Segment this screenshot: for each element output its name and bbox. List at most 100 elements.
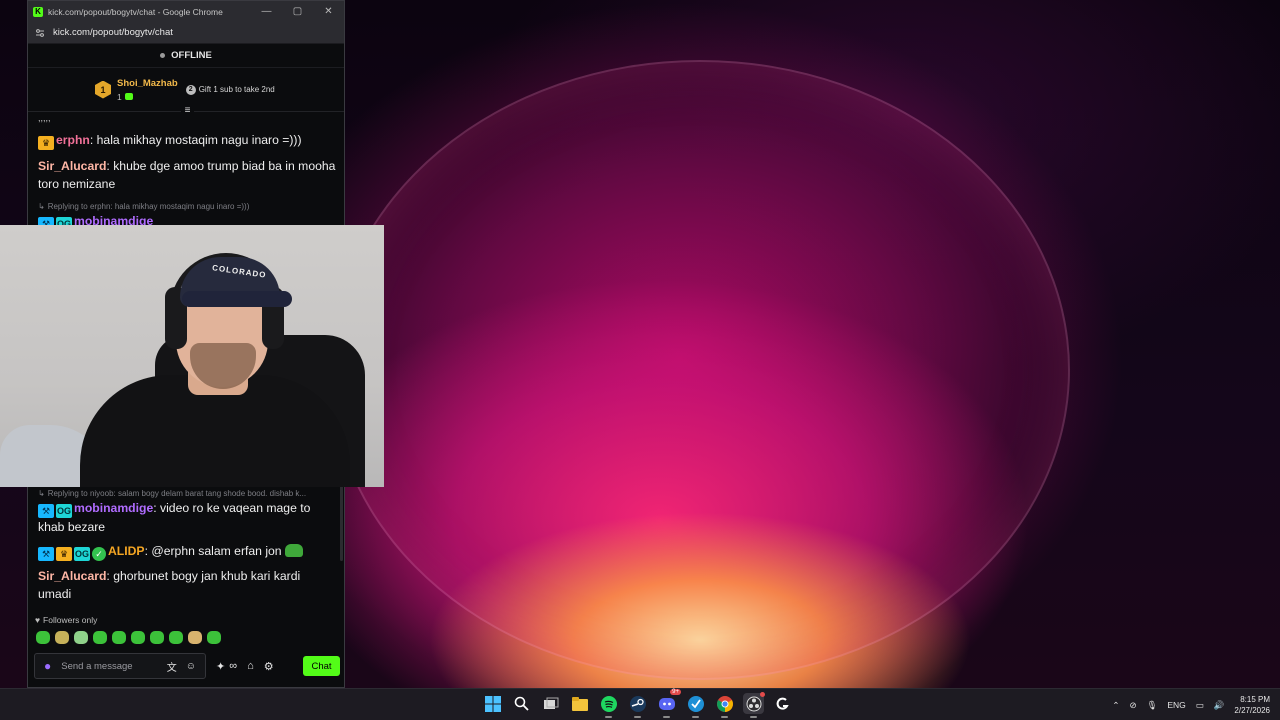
webcam-overlay: COLORADO bbox=[0, 225, 384, 487]
taskbar-apps: 9+ bbox=[482, 689, 793, 718]
chat-messages-bottom: ↳ Replying to niyoob: salam bogy delam b… bbox=[28, 489, 344, 603]
window-title: kick.com/popout/bogytv/chat - Google Chr… bbox=[48, 6, 223, 17]
file-explorer-icon[interactable] bbox=[569, 693, 590, 714]
emote-icon[interactable] bbox=[188, 631, 202, 644]
task-view-icon[interactable] bbox=[540, 693, 561, 714]
kick-logo-icon: K bbox=[33, 6, 43, 17]
message-placeholder: Send a message bbox=[61, 660, 133, 672]
leader-count-value: 1 bbox=[117, 91, 122, 102]
cam-cap-visor bbox=[182, 291, 292, 307]
language-indicator[interactable]: ENG bbox=[1167, 700, 1185, 710]
start-button-icon[interactable] bbox=[482, 693, 503, 714]
leader-info: Shoi_Mazhab 1 bbox=[117, 78, 178, 102]
wallpaper-arc bbox=[330, 60, 1070, 680]
reply-text: Replying to niyoob: salam bogy delam bar… bbox=[47, 489, 307, 498]
chrome-icon[interactable] bbox=[714, 693, 735, 718]
windows-taskbar: 9+ ⌃ ⊘ 🎙 ENG ▭ 🔊 8:15 PM 2/27/2026 bbox=[0, 688, 1280, 720]
emote-icon[interactable] bbox=[131, 631, 145, 644]
vpn-check-icon[interactable] bbox=[685, 693, 706, 718]
emote-icon[interactable] bbox=[74, 631, 88, 644]
site-settings-icon[interactable] bbox=[35, 28, 45, 38]
gift-prompt[interactable]: 2 Gift 1 sub to take 2nd bbox=[185, 84, 275, 95]
display-icon[interactable]: ▭ bbox=[1196, 700, 1204, 711]
emote-icon[interactable] bbox=[150, 631, 164, 644]
chat-message: ⚒ OG mobinamdige: video ro ke vaqean mage … bbox=[28, 499, 344, 536]
chat-username[interactable]: erphn bbox=[56, 133, 90, 147]
store-icon[interactable]: ⌂ bbox=[247, 660, 254, 672]
leader-count: 1 bbox=[117, 92, 178, 102]
chat-username[interactable]: mobinamdige bbox=[74, 501, 153, 515]
address-bar[interactable]: kick.com/popout/bogytv/chat bbox=[28, 22, 344, 44]
microphone-icon[interactable]: ● bbox=[44, 659, 51, 673]
chat-message: ♛ erphn: hala mikhay mostaqim nagu inaro … bbox=[28, 131, 344, 150]
gift-leaderboard[interactable]: 1 Shoi_Mazhab 1 2 Gift 1 sub to take 2nd… bbox=[28, 68, 344, 117]
emoji-icon[interactable]: ☺ bbox=[186, 661, 196, 672]
rank-badge: 1 bbox=[95, 80, 111, 99]
gift-sub-icon bbox=[124, 93, 133, 100]
chat-message: Sir_Alucard: khube dge amoo trump biad b… bbox=[28, 157, 344, 193]
clock[interactable]: 8:15 PM 2/27/2026 bbox=[1234, 694, 1270, 716]
og-badge-icon: OG bbox=[56, 504, 72, 518]
steam-icon[interactable] bbox=[627, 693, 648, 718]
message-input[interactable]: ● Send a message 文 ☺ bbox=[34, 653, 206, 679]
url-text[interactable]: kick.com/popout/bogytv/chat bbox=[53, 27, 173, 38]
reply-text: Replying to erphn: hala mikhay mostaqim … bbox=[47, 202, 250, 211]
search-icon[interactable] bbox=[511, 693, 532, 714]
heart-icon: ♥ bbox=[35, 615, 41, 625]
discord-notification-badge: 9+ bbox=[670, 689, 681, 695]
stream-status: OFFLINE bbox=[28, 44, 344, 68]
window-controls: — ▢ ✕ bbox=[251, 6, 344, 17]
close-button[interactable]: ✕ bbox=[313, 6, 344, 17]
offline-dot-icon bbox=[160, 53, 166, 58]
system-tray: ⌃ ⊘ 🎙 ENG ▭ 🔊 8:15 PM 2/27/2026 bbox=[1112, 689, 1270, 720]
emote-icon[interactable] bbox=[55, 631, 69, 644]
chat-username[interactable]: Sir_Alucard bbox=[38, 159, 106, 173]
chat-username[interactable]: ALIDP bbox=[108, 544, 145, 558]
emote-icon[interactable] bbox=[169, 631, 183, 644]
moderator-badge-icon: ⚒ bbox=[38, 504, 54, 518]
clock-time: 8:15 PM bbox=[1240, 695, 1270, 704]
emote-icon[interactable] bbox=[93, 631, 107, 644]
chat-text: : hala mikhay mostaqim nagu inaro =))) bbox=[89, 133, 302, 147]
network-icon[interactable]: ⊘ bbox=[1129, 700, 1136, 711]
title-bar: K kick.com/popout/bogytv/chat - Google C… bbox=[28, 1, 344, 22]
chat-username[interactable]: Sir_Alucard bbox=[38, 569, 106, 583]
moderator-badge-icon: ⚒ bbox=[38, 547, 54, 561]
tray-overflow-chevron-icon[interactable]: ⌃ bbox=[1112, 700, 1119, 711]
reply-context[interactable]: ↳ Replying to erphn: hala mikhay mostaqi… bbox=[28, 202, 344, 211]
spotify-icon[interactable] bbox=[598, 693, 619, 718]
stream-status-label: OFFLINE bbox=[171, 50, 212, 61]
volume-icon[interactable]: 🔊 bbox=[1214, 700, 1225, 711]
pepe-emote-icon bbox=[284, 544, 303, 557]
send-chat-button[interactable]: Chat bbox=[303, 656, 340, 676]
reply-arrow-icon: ↳ bbox=[38, 202, 45, 211]
emote-icon[interactable] bbox=[112, 631, 126, 644]
crown-badge-icon: ♛ bbox=[56, 547, 72, 561]
emote-icon[interactable] bbox=[36, 631, 50, 644]
minimize-button[interactable]: — bbox=[251, 6, 282, 17]
message-fragment: ,,,,, bbox=[38, 113, 51, 123]
chat-message: ⚒ ♛ OG ✓ ALIDP: @erphn salam erfan jon bbox=[28, 542, 344, 561]
chat-footer: ♥ Followers only bbox=[28, 615, 344, 644]
settings-gear-icon[interactable]: ⚙ bbox=[264, 660, 274, 673]
reply-context[interactable]: ↳ Replying to niyoob: salam bogy delam b… bbox=[28, 489, 344, 498]
infinity-icon[interactable]: ∞ bbox=[229, 660, 237, 672]
emote-icon[interactable] bbox=[207, 631, 221, 644]
quick-emote-bar bbox=[28, 631, 344, 644]
verified-badge-icon: ✓ bbox=[92, 547, 106, 561]
chat-text: : @erphn salam erfan jon bbox=[144, 544, 282, 558]
channel-points-icon[interactable]: ✦ bbox=[216, 660, 225, 673]
gift-prompt-label: Gift 1 sub to take 2nd bbox=[198, 85, 275, 94]
rank-2-icon: 2 bbox=[185, 84, 196, 95]
translate-icon[interactable]: 文 bbox=[167, 659, 177, 674]
obs-icon[interactable] bbox=[743, 692, 765, 718]
reply-arrow-icon: ↳ bbox=[38, 489, 45, 498]
maximize-button[interactable]: ▢ bbox=[282, 6, 313, 17]
logitech-ghub-icon[interactable] bbox=[772, 693, 793, 714]
leader-name[interactable]: Shoi_Mazhab bbox=[117, 78, 178, 89]
clock-date: 2/27/2026 bbox=[1234, 706, 1270, 715]
og-badge-icon: OG bbox=[74, 547, 90, 561]
microphone-tray-icon[interactable]: 🎙 bbox=[1147, 700, 1158, 711]
crown-badge-icon: ♛ bbox=[38, 136, 54, 150]
discord-icon[interactable]: 9+ bbox=[656, 689, 681, 718]
